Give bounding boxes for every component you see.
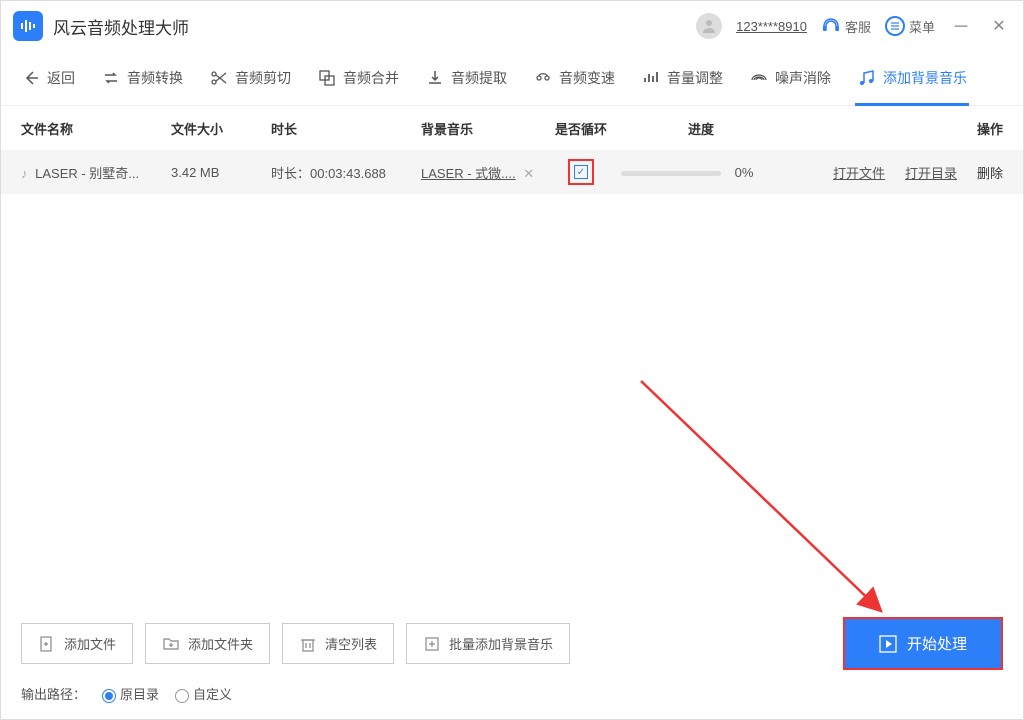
file-plus-icon — [38, 635, 56, 653]
tab-convert[interactable]: 音频转换 — [91, 60, 193, 96]
start-button[interactable]: 开始处理 — [843, 617, 1003, 670]
tab-cut[interactable]: 音频剪切 — [199, 60, 301, 96]
col-name: 文件名称 — [21, 119, 171, 138]
play-icon — [879, 635, 897, 653]
delete-link[interactable]: 删除 — [977, 163, 1003, 182]
col-bgm: 背景音乐 — [421, 119, 541, 138]
batch-bgm-button[interactable]: 批量添加背景音乐 — [406, 623, 570, 664]
avatar-icon[interactable] — [696, 13, 722, 39]
cell-loop: ✓ — [541, 159, 621, 185]
minimize-button[interactable]: － — [949, 13, 973, 39]
speed-icon — [533, 68, 553, 88]
col-actions: 操作 — [781, 119, 1003, 138]
menu-icon — [885, 16, 905, 36]
close-button[interactable]: ✕ — [987, 16, 1011, 36]
output-path-label: 输出路径： — [21, 684, 86, 703]
bgm-clear-icon[interactable]: ✕ — [523, 166, 534, 181]
app-logo — [13, 11, 43, 41]
col-size: 文件大小 — [171, 119, 271, 138]
cell-bgm: LASER - 式微.... ✕ — [421, 163, 541, 182]
menu-button[interactable]: 菜单 — [885, 16, 935, 36]
tab-merge[interactable]: 音频合并 — [307, 60, 409, 96]
clear-list-button[interactable]: 清空列表 — [282, 623, 394, 664]
bgm-link[interactable]: LASER - 式微.... — [421, 166, 516, 181]
toolbar: 返回 音频转换 音频剪切 音频合并 音频提取 音频变速 音量调整 噪声消除 — [1, 51, 1023, 106]
headset-icon — [821, 16, 841, 36]
support-link[interactable]: 客服 — [821, 16, 871, 36]
convert-icon — [101, 68, 121, 88]
cell-actions: 打开文件 打开目录 删除 — [781, 163, 1003, 182]
tab-add-bgm[interactable]: 添加背景音乐 — [847, 60, 977, 96]
cell-progress: 0% — [621, 165, 781, 180]
account-id[interactable]: 123****8910 — [736, 19, 807, 34]
audio-file-icon: ♪ — [21, 166, 28, 181]
radio-custom-dir[interactable]: 自定义 — [175, 684, 232, 703]
trash-icon — [299, 635, 317, 653]
extract-icon — [425, 68, 445, 88]
open-file-link[interactable]: 打开文件 — [833, 163, 885, 182]
scissors-icon — [209, 68, 229, 88]
app-title: 风云音频处理大师 — [53, 14, 696, 39]
tab-extract[interactable]: 音频提取 — [415, 60, 517, 96]
open-dir-link[interactable]: 打开目录 — [905, 163, 957, 182]
batch-icon — [423, 635, 441, 653]
volume-icon — [641, 68, 661, 88]
col-progress: 进度 — [621, 119, 781, 138]
footer: 添加文件 添加文件夹 清空列表 批量添加背景音乐 开始处理 输出路径： 原目录 — [1, 601, 1023, 719]
back-button[interactable]: 返回 — [11, 60, 85, 96]
col-duration: 时长 — [271, 119, 421, 138]
add-folder-button[interactable]: 添加文件夹 — [145, 623, 270, 664]
tab-volume[interactable]: 音量调整 — [631, 60, 733, 96]
col-loop: 是否循环 — [541, 119, 621, 138]
loop-highlight: ✓ — [568, 159, 594, 185]
music-icon — [857, 68, 877, 88]
loop-checkbox[interactable]: ✓ — [574, 165, 588, 179]
cell-duration: 时长：00:03:43.688 — [271, 163, 421, 182]
titlebar: 风云音频处理大师 123****8910 客服 菜单 － ✕ — [1, 1, 1023, 51]
table-header: 文件名称 文件大小 时长 背景音乐 是否循环 进度 操作 — [1, 106, 1023, 150]
tab-speed[interactable]: 音频变速 — [523, 60, 625, 96]
add-file-button[interactable]: 添加文件 — [21, 623, 133, 664]
progress-bar — [621, 171, 721, 176]
table-row: ♪ LASER - 别墅奇... 3.42 MB 时长：00:03:43.688… — [1, 150, 1023, 194]
denoise-icon — [749, 68, 769, 88]
merge-icon — [317, 68, 337, 88]
tab-denoise[interactable]: 噪声消除 — [739, 60, 841, 96]
cell-size: 3.42 MB — [171, 165, 271, 180]
cell-filename: ♪ LASER - 别墅奇... — [21, 163, 171, 182]
arrow-left-icon — [21, 68, 41, 88]
radio-original-dir[interactable]: 原目录 — [102, 684, 159, 703]
folder-plus-icon — [162, 635, 180, 653]
